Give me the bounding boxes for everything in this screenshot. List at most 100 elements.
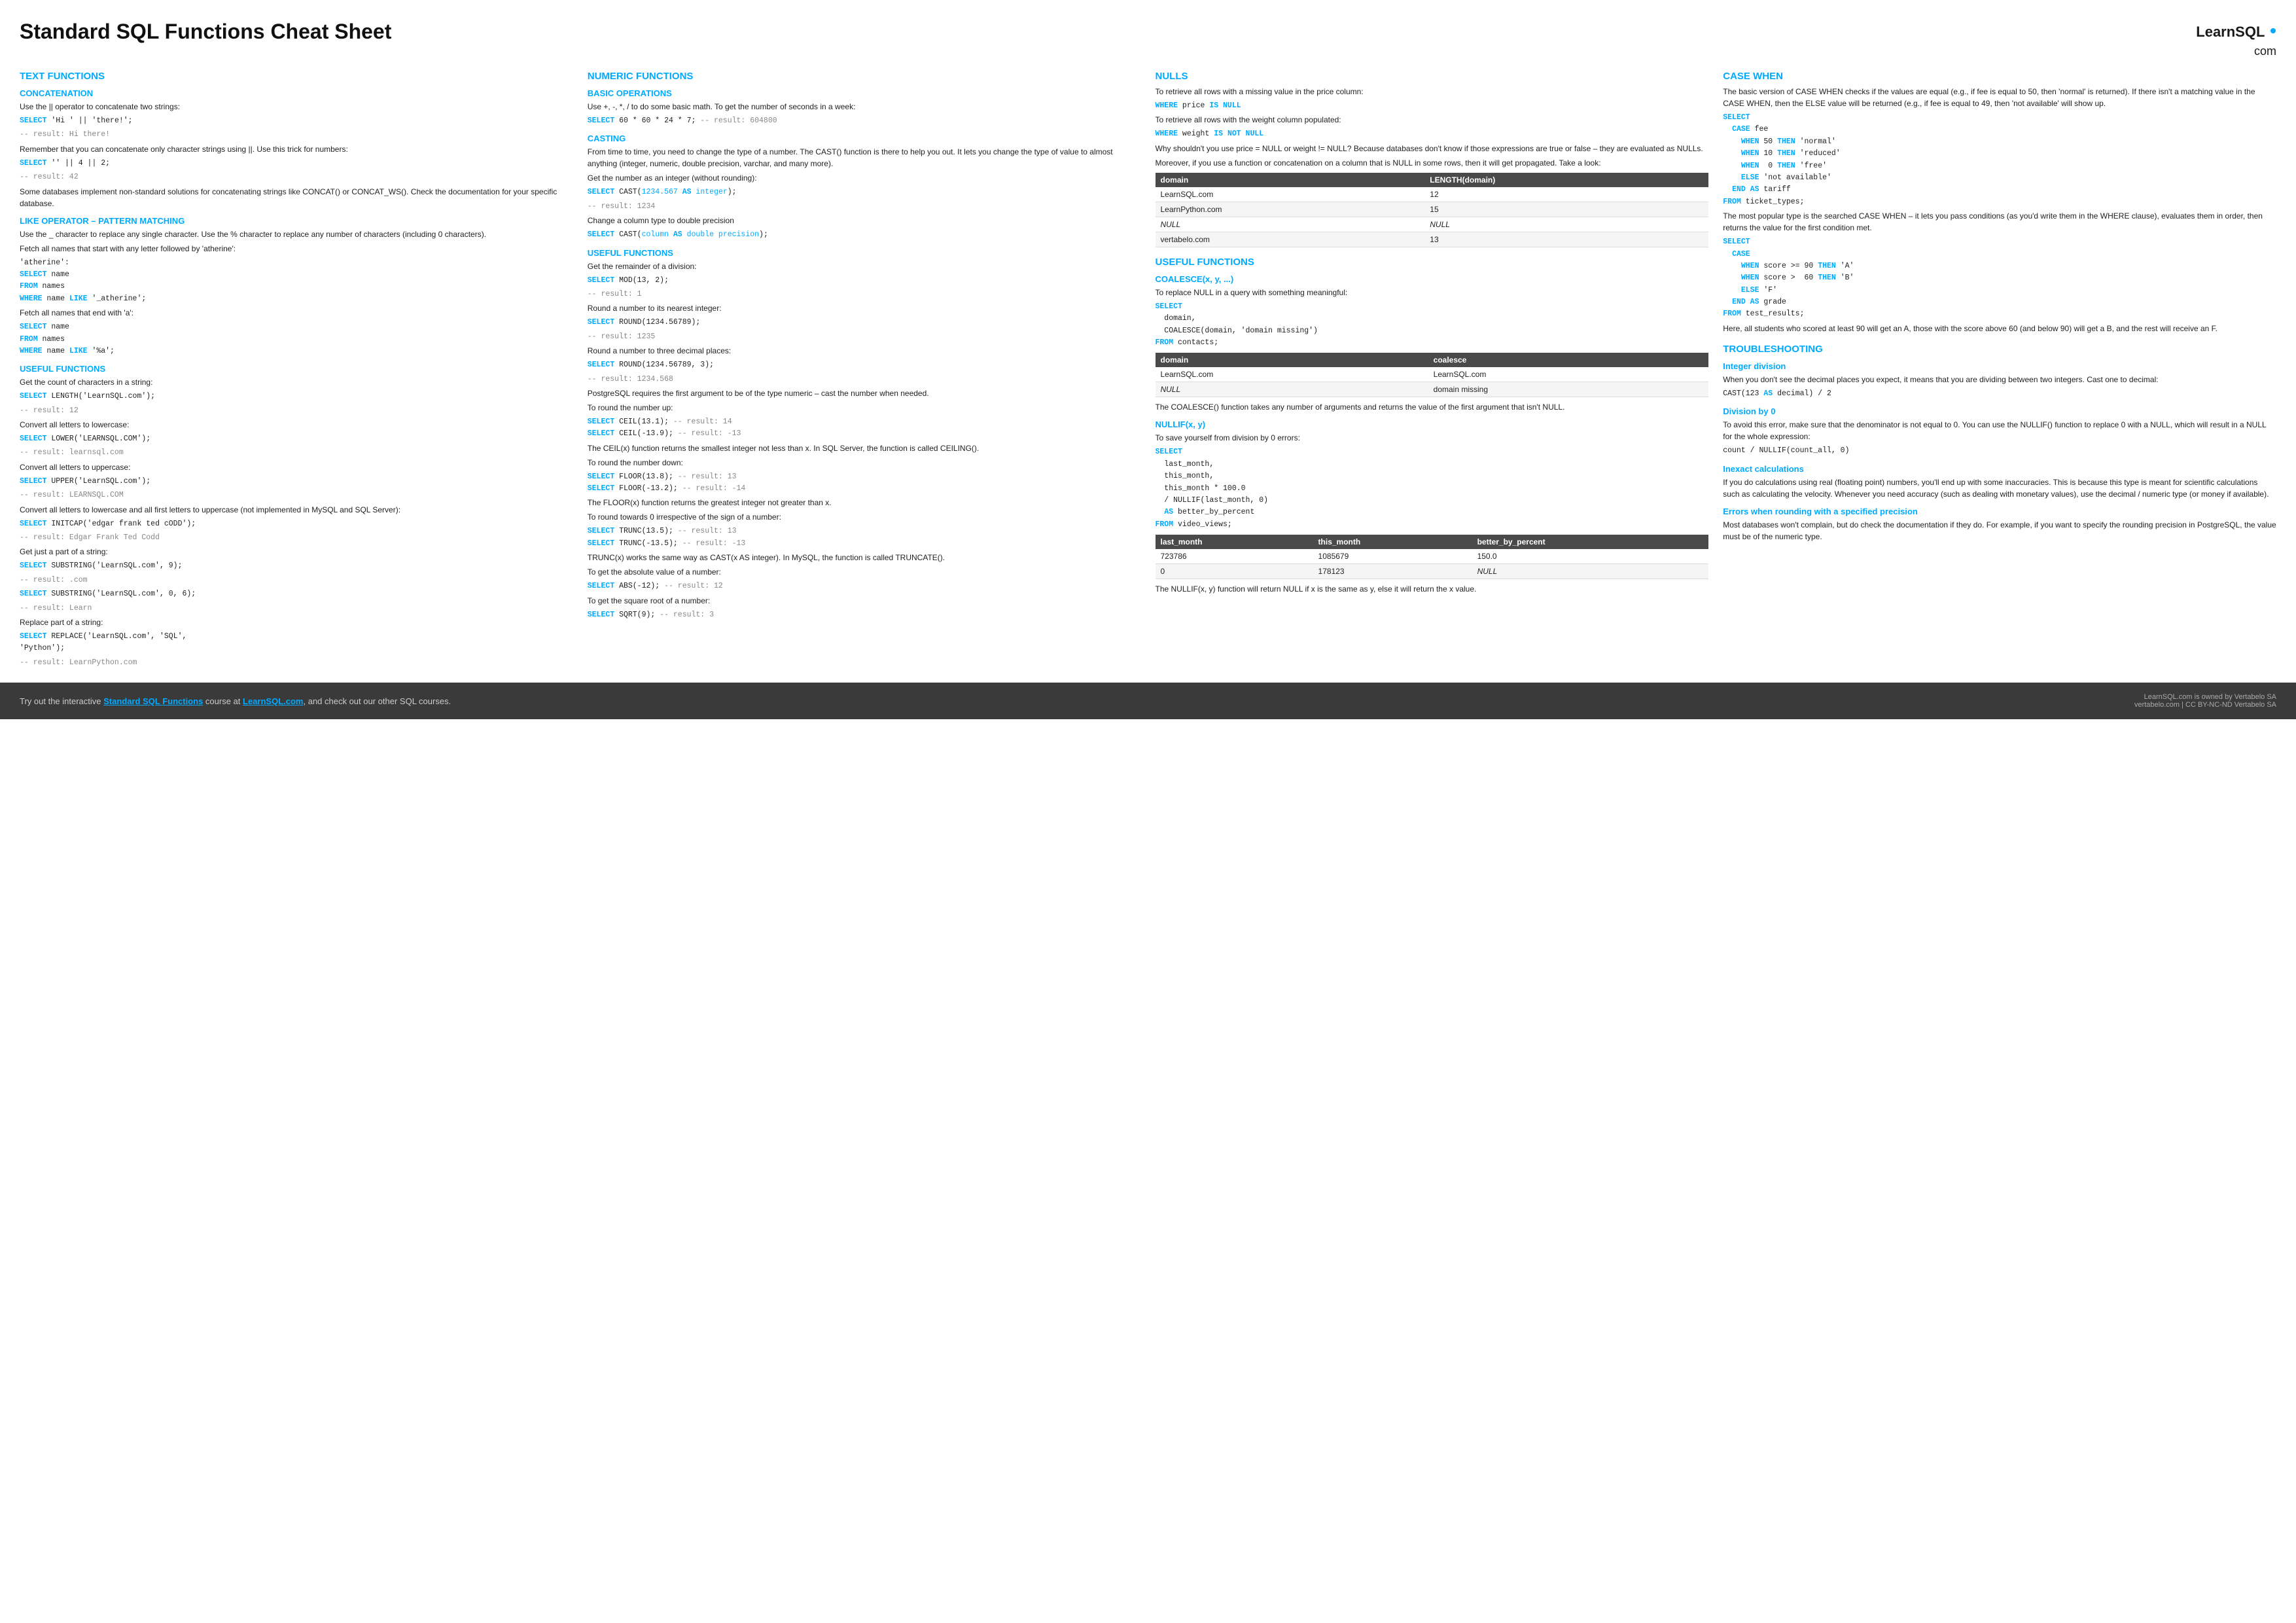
sub-rounding-errors: Errors when rounding with a specified pr… — [1723, 507, 2276, 516]
logo-text: LearnSQL •com — [2196, 24, 2276, 58]
footer-text: Try out the interactive Standard SQL Fun… — [20, 696, 451, 706]
ts-code2: count / NULLIF(count_all, 0) — [1723, 445, 2276, 457]
table-row: vertabelo.com 13 — [1156, 232, 1709, 247]
uf-comment5b: -- result: Learn — [20, 603, 573, 615]
uf2-p4: PostgreSQL requires the first argument t… — [588, 387, 1141, 399]
ts-p4: Most databases won't complain, but do ch… — [1723, 519, 2276, 543]
nullif-th-last: last_month — [1156, 535, 1313, 549]
concat-p3: Some databases implement non-standard so… — [20, 186, 573, 209]
like-code1: 'atherine': SELECT name FROM names WHERE… — [20, 257, 573, 306]
sub-nullif: NULLIF(x, y) — [1156, 419, 1709, 429]
uf2-code4: SELECT CEIL(13.1); -- result: 14 SELECT … — [588, 416, 1141, 440]
uf-p2: Convert all letters to lowercase: — [20, 419, 573, 431]
uf2-p1: Get the remainder of a division: — [588, 260, 1141, 272]
uf2-p8: The FLOOR(x) function returns the greate… — [588, 497, 1141, 508]
nullif-table: last_month this_month better_by_percent … — [1156, 535, 1709, 579]
footer-text3: , and check out our other SQL courses. — [303, 696, 451, 706]
uf-p6: Replace part of a string: — [20, 616, 573, 628]
sub-basic-ops: BASIC OPERATIONS — [588, 88, 1141, 98]
section-numeric: NUMERIC FUNCTIONS — [588, 71, 1141, 82]
section-troubleshooting: TROUBLESHOOTING — [1723, 344, 2276, 355]
table-row: LearnPython.com 15 — [1156, 202, 1709, 217]
cast-code2: SELECT CAST(column AS double precision); — [588, 229, 1141, 241]
table-row: 723786 1085679 150.0 — [1156, 549, 1709, 564]
sub-div0: Division by 0 — [1723, 406, 2276, 416]
uf-comment6: -- result: LearnPython.com — [20, 657, 573, 669]
footer-right2: vertabelo.com | CC BY-NC-ND Vertabelo SA — [2134, 701, 2276, 709]
uf-code1: SELECT LENGTH('LearnSQL.com'); — [20, 391, 573, 402]
uf-code5: SELECT SUBSTRING('LearnSQL.com', 9); — [20, 560, 573, 572]
coalesce-th-domain: domain — [1156, 353, 1428, 367]
table-row: LearnSQL.com LearnSQL.com — [1156, 367, 1709, 382]
uf2-comment2: -- result: 1235 — [588, 331, 1141, 343]
table-row: NULL domain missing — [1156, 382, 1709, 397]
footer-right: LearnSQL.com is owned by Vertabelo SA ve… — [2134, 693, 2276, 709]
uf-p3: Convert all letters to uppercase: — [20, 461, 573, 473]
concat-p1: Use the || operator to concatenate two s… — [20, 101, 573, 113]
uf-comment3: -- result: LEARNSQL.COM — [20, 490, 573, 501]
nullif-p1: To save yourself from division by 0 erro… — [1156, 432, 1709, 444]
footer-text1: Try out the interactive — [20, 696, 103, 706]
sub-inexact: Inexact calculations — [1723, 464, 2276, 474]
coalesce-code1: SELECT domain, COALESCE(domain, 'domain … — [1156, 301, 1709, 349]
cw-code2: SELECT CASE WHEN score >= 90 THEN 'A' WH… — [1723, 236, 2276, 321]
footer-link2[interactable]: LearnSQL.com — [243, 696, 303, 706]
like-p1: Use the _ character to replace any singl… — [20, 228, 573, 240]
col-case-when: CASE WHEN The basic version of CASE WHEN… — [1723, 71, 2276, 671]
cast-code1: SELECT CAST(1234.567 AS integer); — [588, 187, 1141, 198]
cast-p1: From time to time, you need to change th… — [588, 146, 1141, 169]
null-code1: WHERE price IS NULL — [1156, 100, 1709, 112]
section-useful: USEFUL FUNCTIONS — [1156, 257, 1709, 268]
coalesce-th-coalesce: coalesce — [1428, 353, 1709, 367]
col-text-functions: TEXT FUNCTIONS CONCATENATION Use the || … — [20, 71, 573, 671]
cast-comment1: -- result: 1234 — [588, 201, 1141, 213]
uf2-code5: SELECT FLOOR(13.8); -- result: 13 SELECT… — [588, 471, 1141, 495]
uf2-comment1: -- result: 1 — [588, 289, 1141, 300]
ts-p2: To avoid this error, make sure that the … — [1723, 419, 2276, 442]
like-p3: Fetch all names that end with 'a': — [20, 307, 573, 319]
coalesce-p1: To replace NULL in a query with somethin… — [1156, 287, 1709, 298]
bo-p1: Use +, -, *, / to do some basic math. To… — [588, 101, 1141, 113]
table-row: LearnSQL.com 12 — [1156, 187, 1709, 202]
null-p1: To retrieve all rows with a missing valu… — [1156, 86, 1709, 98]
null-p3: Why shouldn't you use price = NULL or we… — [1156, 143, 1709, 154]
table-row: NULL NULL — [1156, 217, 1709, 232]
uf-p5: Get just a part of a string: — [20, 546, 573, 558]
uf2-p9: To round towards 0 irrespective of the s… — [588, 511, 1141, 523]
uf-comment5: -- result: .com — [20, 575, 573, 586]
null-p4: Moreover, if you use a function or conca… — [1156, 157, 1709, 169]
uf-code3: SELECT UPPER('LearnSQL.com'); — [20, 476, 573, 488]
nullif-th-this: this_month — [1313, 535, 1472, 549]
coalesce-table: domain coalesce LearnSQL.com LearnSQL.co… — [1156, 353, 1709, 397]
cw-p3: Here, all students who scored at least 9… — [1723, 323, 2276, 334]
sub-like: LIKE OPERATOR – PATTERN MATCHING — [20, 216, 573, 226]
null-code2: WHERE weight IS NOT NULL — [1156, 128, 1709, 140]
header: Standard SQL Functions Cheat Sheet Learn… — [20, 20, 2276, 59]
uf2-code6: SELECT TRUNC(13.5); -- result: 13 SELECT… — [588, 526, 1141, 550]
uf2-code1: SELECT MOD(13, 2); — [588, 275, 1141, 287]
uf-p1: Get the count of characters in a string: — [20, 376, 573, 388]
bo-code1: SELECT 60 * 60 * 24 * 7; -- result: 6048… — [588, 115, 1141, 127]
uf2-p7: To round the number down: — [588, 457, 1141, 469]
uf2-p10: TRUNC(x) works the same way as CAST(x AS… — [588, 552, 1141, 563]
logo-dot: • — [2265, 20, 2276, 41]
uf2-code3: SELECT ROUND(1234.56789, 3); — [588, 359, 1141, 371]
null-table: domain LENGTH(domain) LearnSQL.com 12 Le… — [1156, 173, 1709, 247]
uf2-p5: To round the number up: — [588, 402, 1141, 414]
concat-code2: SELECT '' || 4 || 2; — [20, 158, 573, 169]
table-row: 0 178123 NULL — [1156, 564, 1709, 579]
uf-comment2: -- result: learnsql.com — [20, 447, 573, 459]
sub-int-div: Integer division — [1723, 361, 2276, 371]
footer-link1[interactable]: Standard SQL Functions — [103, 696, 203, 706]
cw-p2: The most popular type is the searched CA… — [1723, 210, 2276, 234]
main-columns: TEXT FUNCTIONS CONCATENATION Use the || … — [20, 71, 2276, 671]
nullif-p2: The NULLIF(x, y) function will return NU… — [1156, 583, 1709, 595]
uf-comment4: -- result: Edgar Frank Ted Codd — [20, 532, 573, 544]
uf2-p11: To get the absolute value of a number: — [588, 566, 1141, 578]
col-numeric-functions: NUMERIC FUNCTIONS BASIC OPERATIONS Use +… — [588, 71, 1141, 671]
sub-concatenation: CONCATENATION — [20, 88, 573, 98]
concat-p2: Remember that you can concatenate only c… — [20, 143, 573, 155]
concat-code1: SELECT 'Hi ' || 'there!'; — [20, 115, 573, 127]
uf-p4: Convert all letters to lowercase and all… — [20, 504, 573, 516]
null-p2: To retrieve all rows with the weight col… — [1156, 114, 1709, 126]
